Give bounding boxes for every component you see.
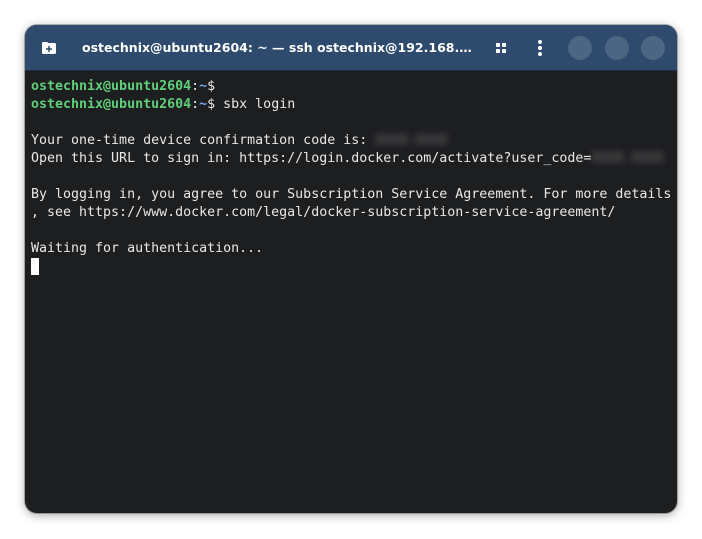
- prompt-separator: :: [191, 97, 200, 112]
- redacted-url-code: XXXX-XXXX: [591, 151, 664, 166]
- terminal-line-url: Open this URL to sign in: https://login.…: [31, 150, 671, 168]
- terminal-line-agreement-1: By logging in, you agree to our Subscrip…: [31, 187, 672, 202]
- terminal-window: ostechnix@ubuntu2604: ~ — ssh ostechnix@…: [25, 25, 677, 513]
- url-text: Open this URL to sign in: https://login.…: [31, 151, 592, 166]
- text-cursor: [31, 258, 39, 275]
- tabs-overview-icon: [496, 43, 506, 53]
- prompt-path: ~: [199, 97, 208, 112]
- minimize-button[interactable]: [568, 36, 592, 60]
- prompt-path: ~: [199, 79, 208, 94]
- prompt-separator: :: [191, 79, 200, 94]
- close-button[interactable]: [641, 36, 665, 60]
- terminal-line-empty: [31, 222, 671, 240]
- prompt-user: ostechnix@ubuntu2604: [31, 79, 192, 94]
- terminal-line-cursor: [31, 258, 671, 276]
- prompt-user: ostechnix@ubuntu2604: [31, 97, 192, 112]
- code-label: Your one-time device confirmation code i…: [31, 133, 376, 148]
- terminal-line-empty: [31, 168, 671, 186]
- terminal-line-waiting: Waiting for authentication...: [31, 241, 264, 256]
- terminal-line-agreement-2: , see https://www.docker.com/legal/docke…: [31, 205, 616, 220]
- terminal-line-code: Your one-time device confirmation code i…: [31, 132, 671, 150]
- maximize-button[interactable]: [605, 36, 629, 60]
- window-title: ostechnix@ubuntu2604: ~ — ssh ostechnix@…: [82, 40, 480, 55]
- redacted-code: XXXX-XXXX: [375, 133, 448, 148]
- terminal-output[interactable]: ostechnix@ubuntu2604:~$ ostechnix@ubuntu…: [31, 78, 671, 503]
- terminal-line-empty: [31, 114, 671, 132]
- title-bar[interactable]: ostechnix@ubuntu2604: ~ — ssh ostechnix@…: [25, 25, 677, 71]
- new-tab-button[interactable]: [35, 34, 63, 62]
- command-text: sbx login: [223, 97, 296, 112]
- main-menu-button[interactable]: [526, 34, 554, 62]
- terminal-line-prompt: ostechnix@ubuntu2604:~$: [31, 78, 671, 96]
- prompt-symbol: $: [207, 79, 224, 94]
- kebab-menu-icon: [538, 40, 542, 56]
- new-tab-icon: [42, 42, 56, 54]
- prompt-symbol: $: [207, 97, 224, 112]
- tabs-overview-button[interactable]: [487, 34, 515, 62]
- terminal-line-command: ostechnix@ubuntu2604:~$ sbx login: [31, 96, 671, 114]
